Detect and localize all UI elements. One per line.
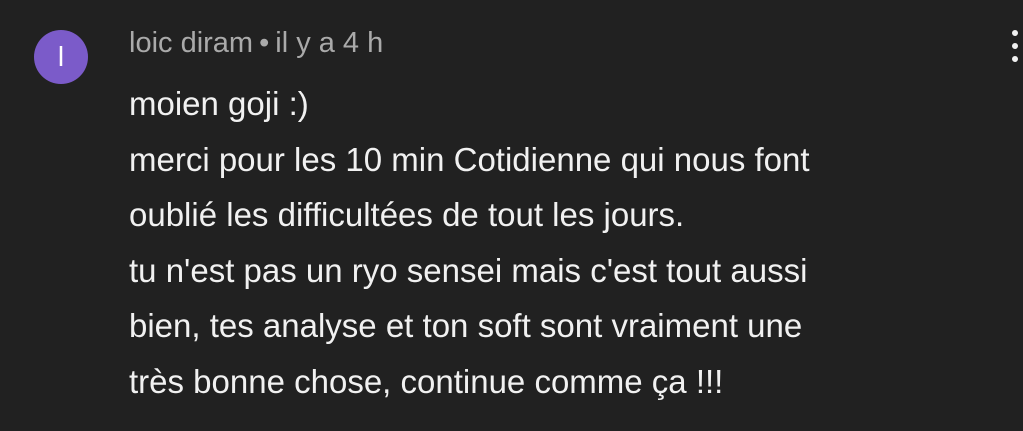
comment-line: oublié les difficultées de tout les jour… xyxy=(129,196,685,233)
comment-line: tu n'est pas un ryo sensei mais c'est to… xyxy=(129,251,808,289)
comment-timestamp[interactable]: il y a 4 h xyxy=(275,27,383,59)
author-name[interactable]: loic diram xyxy=(129,27,253,59)
menu-dot xyxy=(1012,30,1018,36)
comment-line: moien goji :) xyxy=(129,85,309,122)
avatar[interactable]: l xyxy=(34,30,88,84)
more-vert-icon[interactable] xyxy=(1002,26,1023,66)
meta-separator: • xyxy=(259,27,270,59)
comment-line: merci pour les 10 min Cotidienne qui nou… xyxy=(129,140,810,178)
menu-dot xyxy=(1012,43,1018,49)
comment-header: loic diram • il y a 4 h xyxy=(129,23,383,63)
menu-dot xyxy=(1012,56,1018,62)
comment-line: très bonne chose, continue comme ça !!! xyxy=(129,362,724,400)
comment-line: bien, tes analyse et ton soft sont vraim… xyxy=(129,307,803,344)
comment-text: moien goji :) merci pour les 10 min Coti… xyxy=(129,76,989,409)
comment-card: l loic diram • il y a 4 h moien goji :) me… xyxy=(0,0,1023,431)
